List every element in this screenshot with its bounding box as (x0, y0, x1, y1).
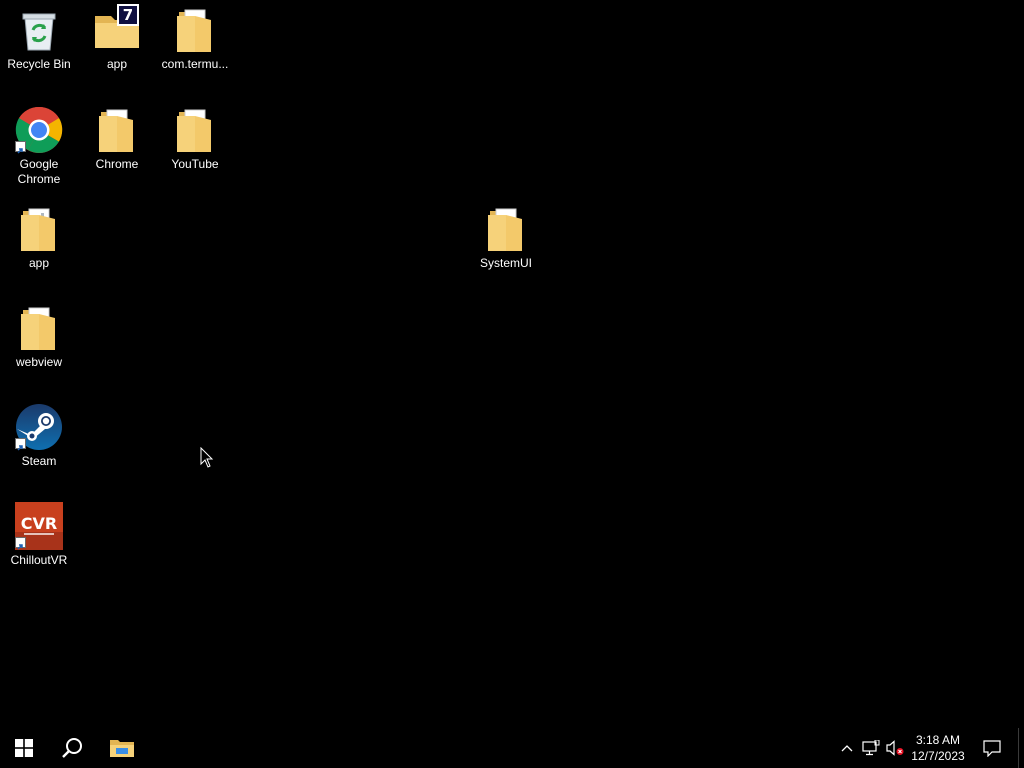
start-button[interactable] (0, 728, 48, 768)
steam-icon (15, 403, 63, 451)
app-archive-label: app (106, 57, 128, 71)
show-hidden-icons-button[interactable] (836, 728, 858, 768)
chrome-folder-label: Chrome (95, 157, 139, 171)
folder-7zip-icon: 7 (93, 4, 141, 54)
youtube-folder[interactable]: YouTube (157, 106, 233, 172)
chilloutvr-shortcut[interactable]: CVR ChilloutVR (1, 502, 77, 568)
shortcut-arrow-icon (15, 141, 26, 154)
systemui-folder[interactable]: SystemUI (468, 205, 544, 271)
youtube-folder-label: YouTube (171, 157, 219, 171)
action-center-button[interactable] (978, 728, 1006, 768)
app-archive-shortcut[interactable]: 7 app (79, 4, 155, 72)
com-termux-folder[interactable]: com.termu... (157, 6, 233, 72)
recycle-bin-label: Recycle Bin (7, 57, 71, 71)
chrome-icon (15, 106, 63, 154)
app-folder-label: app (28, 256, 50, 270)
recycle-bin-icon (15, 6, 63, 54)
clock-date: 12/7/2023 (911, 749, 965, 763)
windows-start-icon (15, 739, 33, 757)
chevron-up-icon (841, 745, 853, 752)
folder-icon (171, 6, 219, 54)
volume-muted-icon (886, 740, 904, 756)
steam-label: Steam (21, 454, 57, 468)
chilloutvr-icon: CVR (15, 502, 63, 550)
webview-folder-label: webview (15, 355, 63, 369)
desktop[interactable]: Recycle Bin 7 app com.termu... Google Ch… (0, 0, 1024, 728)
volume-button[interactable] (884, 728, 906, 768)
chrome-folder[interactable]: Chrome (79, 106, 155, 172)
steam-shortcut[interactable]: Steam (1, 403, 77, 469)
app-folder[interactable]: app (1, 205, 77, 271)
search-icon (62, 738, 82, 758)
file-explorer-icon (110, 740, 134, 757)
file-explorer-button[interactable] (98, 728, 146, 768)
recycle-bin-shortcut[interactable]: Recycle Bin (1, 6, 77, 72)
chilloutvr-label: ChilloutVR (10, 553, 68, 567)
7zip-badge: 7 (117, 4, 139, 26)
folder-icon (15, 205, 63, 253)
network-button[interactable] (859, 728, 883, 768)
google-chrome-label: Google Chrome (17, 157, 61, 186)
show-desktop-button[interactable] (1018, 728, 1019, 768)
clock-time: 3:18 AM (915, 733, 961, 747)
folder-icon (93, 106, 141, 154)
taskbar: 3:18 AM 12/7/2023 (0, 728, 1024, 768)
shortcut-arrow-icon (15, 438, 26, 451)
google-chrome-shortcut[interactable]: Google Chrome (1, 106, 77, 187)
com-termux-label: com.termu... (161, 57, 229, 71)
folder-icon (171, 106, 219, 154)
chilloutvr-logo-text: CVR (21, 514, 57, 533)
search-button[interactable] (48, 728, 96, 768)
mouse-cursor-icon (200, 447, 214, 468)
shortcut-arrow-icon (15, 537, 26, 550)
clock[interactable]: 3:18 AM 12/7/2023 (906, 730, 970, 766)
action-center-icon (983, 739, 1001, 757)
folder-icon (482, 205, 530, 253)
network-icon (862, 740, 880, 756)
systemui-folder-label: SystemUI (479, 256, 532, 270)
folder-icon (15, 304, 63, 352)
webview-folder[interactable]: webview (1, 304, 77, 370)
